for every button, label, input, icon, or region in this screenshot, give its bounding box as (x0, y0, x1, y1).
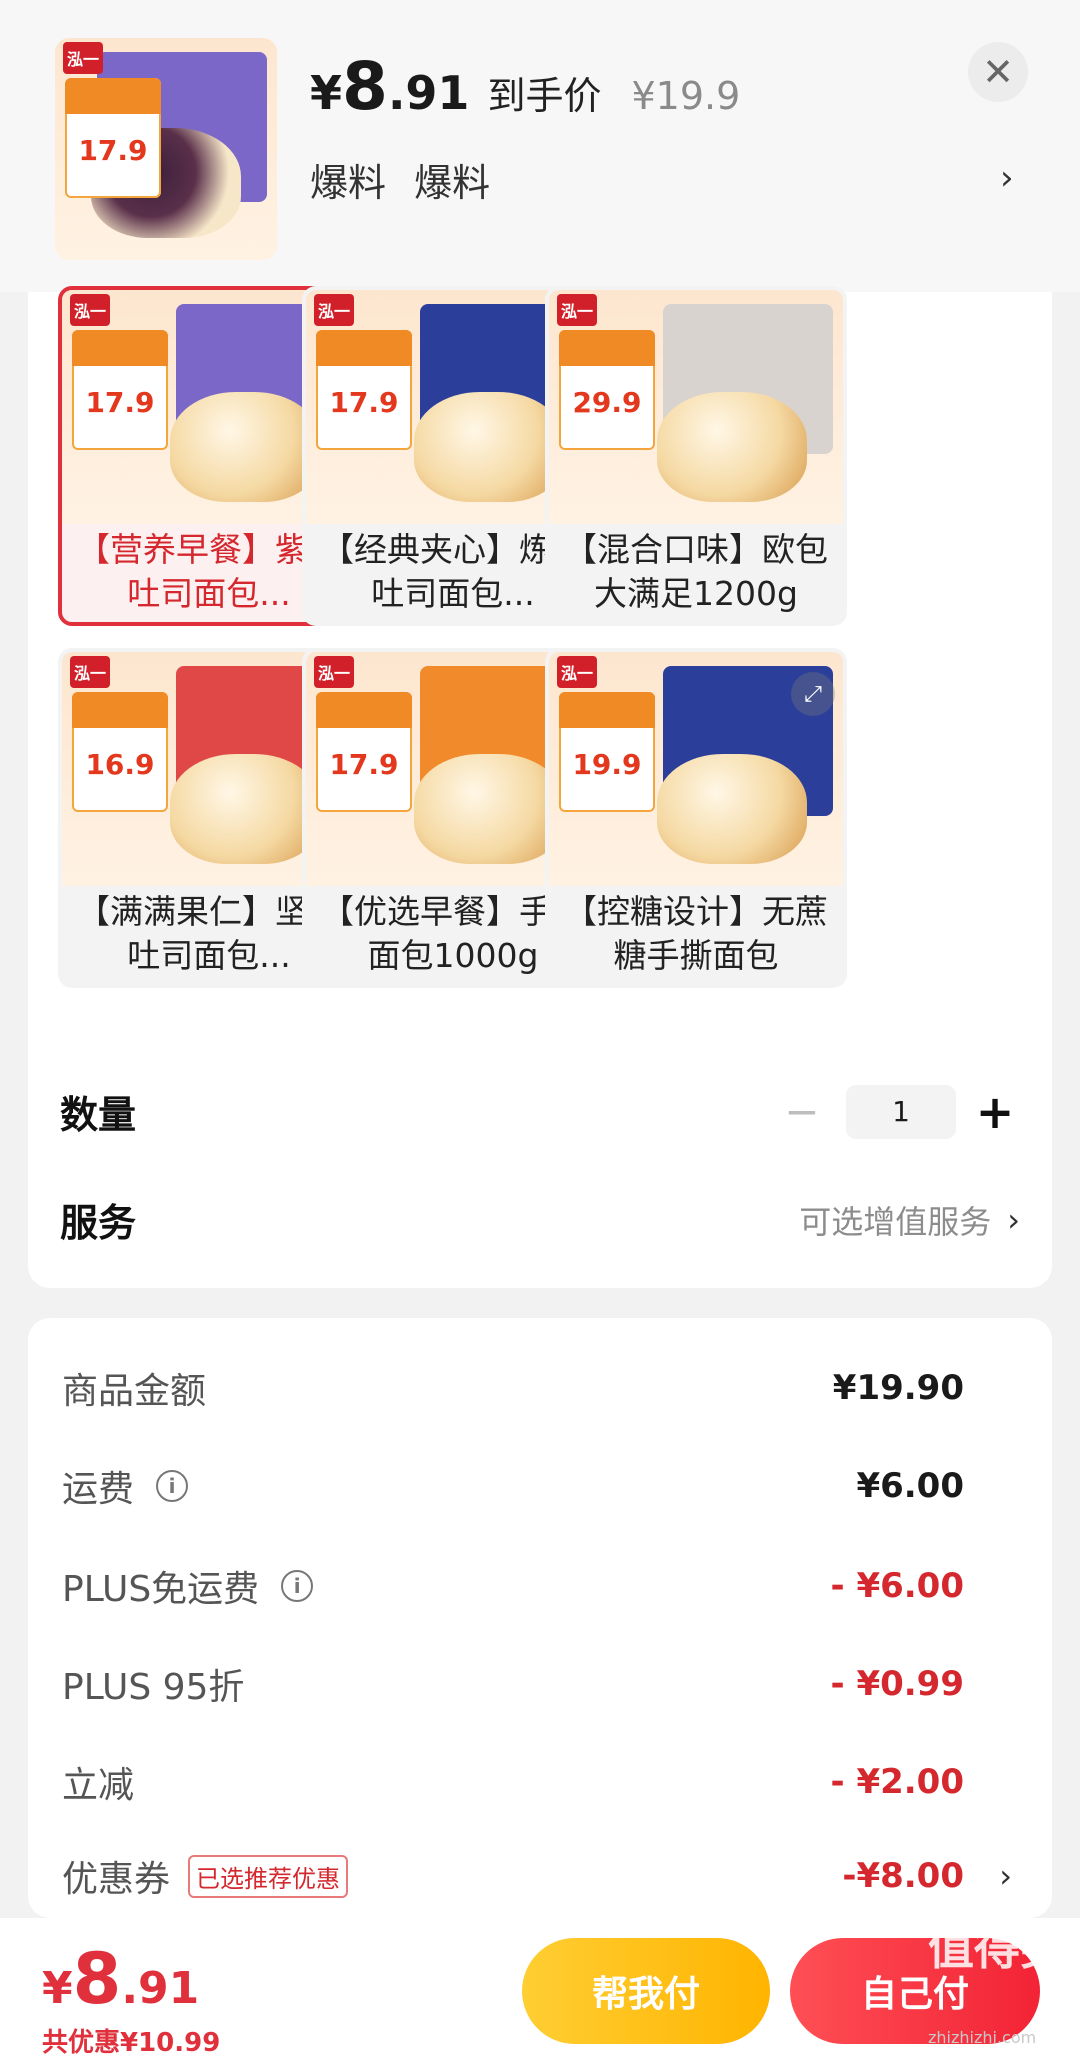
service-label: 服务 (60, 1201, 137, 1245)
close-button[interactable]: ✕ (968, 42, 1028, 102)
quantity-label: 数量 (60, 1093, 137, 1137)
brand-logo: 泓一 (70, 294, 110, 326)
promo-price-tag: 17.9 (316, 330, 412, 450)
info-icon[interactable]: i (156, 1470, 189, 1502)
brand-logo: 泓一 (63, 42, 103, 74)
quantity-row: 数量 − 1 + (60, 1084, 1020, 1139)
service-row[interactable]: 服务 可选增值服务 › (60, 1192, 1020, 1247)
options-card: 泓一 17.9 【营养早餐】紫米吐司面包... 泓一 17.9 【经典夹心】炼乳吐司面包.… (28, 286, 1052, 1288)
plus-free-shipping-row: PLUS免运费 i - ¥6.00 (62, 1566, 965, 1610)
coupon-badge: 已选推荐优惠 (188, 1854, 349, 1898)
chevron-right-icon: › (1007, 1200, 1020, 1239)
total-saved: 共优惠¥10.99 (42, 2028, 221, 2058)
tag-list: 爆料 爆料 (310, 152, 490, 207)
chevron-right-icon[interactable]: › (1000, 158, 1014, 198)
plus-discount-value: - ¥0.99 (830, 1664, 965, 1704)
close-icon: ✕ (982, 50, 1014, 94)
product-header: 泓一 17.9 ¥ 8 .91 到手价 ¥19.9 爆料 爆料 ✕ › (0, 0, 1080, 292)
minus-icon[interactable]: − (772, 1087, 832, 1136)
promo-price-tag: 17.9 (65, 78, 161, 198)
variant-label: 【控糖设计】无蔗糖手撕面包 (564, 892, 828, 975)
chevron-right-icon: › (999, 1857, 1012, 1895)
plus-free-shipping-value: - ¥6.00 (830, 1566, 965, 1606)
brand-logo: 泓一 (70, 656, 110, 688)
service-value: 可选增值服务 (799, 1202, 992, 1241)
brand-logo: 泓一 (557, 656, 597, 688)
shipping-value: ¥6.00 (856, 1466, 964, 1506)
promo-price-tag: 17.9 (316, 692, 412, 812)
promo-price-tag: 16.9 (72, 692, 168, 812)
goods-amount-value: ¥19.90 (832, 1368, 964, 1408)
promo-price-tag: 17.9 (72, 330, 168, 450)
product-thumbnail: 泓一 17.9 (55, 38, 277, 260)
plus-discount-row: PLUS 95折 - ¥0.99 (62, 1664, 965, 1708)
help-me-pay-button[interactable]: 帮我付 (522, 1938, 770, 2044)
variant-option[interactable]: 泓一 29.9 【混合口味】欧包大满足1200g (545, 286, 847, 626)
quantity-stepper: − 1 + (772, 1084, 1020, 1139)
goods-amount-row: 商品金额 ¥19.90 (62, 1368, 964, 1412)
promo-price-tag: 29.9 (559, 330, 655, 450)
final-price-tag: 到手价 (487, 74, 602, 118)
final-price: ¥ 8 .91 到手价 ¥19.9 (310, 48, 741, 125)
checkout-bar: ¥ 8 .91 共优惠¥10.99 帮我付 自己付 (0, 1918, 1080, 2061)
total-price: ¥ 8 .91 (42, 1938, 200, 2020)
variant-image: 泓一 19.9 ⤢ (549, 652, 843, 886)
price-detail-card: 商品金额 ¥19.90 运费 i ¥6.00 PLUS免运费 i - ¥6.00… (28, 1318, 1052, 1918)
tag-item: 爆料 (414, 161, 491, 205)
variant-option[interactable]: 泓一 19.9 ⤢ 【控糖设计】无蔗糖手撕面包 (545, 648, 847, 988)
instant-off-value: - ¥2.00 (830, 1762, 965, 1802)
instant-off-row: 立减 - ¥2.00 (62, 1762, 965, 1806)
quantity-input[interactable]: 1 (846, 1084, 956, 1139)
promo-price-tag: 19.9 (559, 692, 655, 812)
watermark: 值得买 (928, 1921, 1066, 1975)
variant-image: 泓一 29.9 (549, 290, 843, 524)
original-price: ¥19.9 (631, 74, 741, 118)
expand-icon[interactable]: ⤢ (791, 672, 835, 716)
watermark-url: zhizhizhi.com (928, 2028, 1037, 2047)
coupon-value: -¥8.00 (842, 1856, 964, 1896)
brand-logo: 泓一 (314, 656, 354, 688)
plus-icon[interactable]: + (970, 1085, 1020, 1139)
info-icon[interactable]: i (281, 1570, 314, 1602)
variant-label: 【混合口味】欧包大满足1200g (564, 530, 828, 613)
tag-item: 爆料 (310, 161, 387, 205)
shipping-row: 运费 i ¥6.00 (62, 1466, 964, 1510)
brand-logo: 泓一 (314, 294, 354, 326)
brand-logo: 泓一 (557, 294, 597, 326)
coupon-row[interactable]: 优惠券 已选推荐优惠 -¥8.00 › (62, 1846, 1012, 1906)
